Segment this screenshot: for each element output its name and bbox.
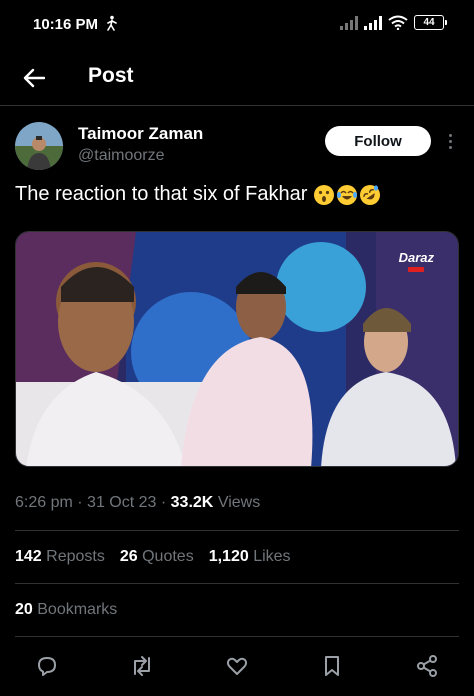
- quotes-count: 26: [119, 548, 138, 565]
- avatar[interactable]: [15, 122, 63, 170]
- live-badge: [408, 267, 425, 272]
- tweet-date[interactable]: 31 Oct 23: [87, 494, 156, 511]
- nav-bar: Post: [0, 50, 474, 106]
- tweet-meta: 6:26 pm · 31 Oct 23 · 33.2K Views: [15, 494, 260, 512]
- likes-count: 1,120: [208, 548, 249, 565]
- follow-button[interactable]: Follow: [325, 126, 431, 156]
- more-options-icon[interactable]: [442, 128, 458, 154]
- engagement-stats: 142 Reposts 26 Quotes 1,120 Likes: [15, 548, 291, 566]
- bookmarks-label: Bookmarks: [37, 601, 118, 618]
- battery-level: 44: [423, 17, 435, 28]
- likes-stat[interactable]: 1,120 Likes: [209, 548, 291, 566]
- bookmarks-stat[interactable]: 20 Bookmarks: [15, 601, 117, 619]
- tweet-body: The reaction to that six of Fakhar: [15, 183, 308, 205]
- tweet-media[interactable]: Daraz: [15, 231, 459, 467]
- divider: [15, 530, 459, 531]
- share-button[interactable]: [413, 652, 441, 680]
- author-name[interactable]: Taimoor Zaman: [78, 124, 203, 144]
- meta-separator: ·: [160, 494, 167, 511]
- author-handle[interactable]: @taimoorze: [78, 147, 165, 165]
- media-image: [16, 232, 458, 466]
- like-icon: [226, 657, 248, 675]
- reposts-count: 142: [15, 548, 42, 565]
- reply-icon: [38, 657, 56, 676]
- signal-icon: [340, 15, 358, 30]
- status-bar: 10:16 PM 44: [0, 0, 474, 50]
- back-button[interactable]: [16, 60, 52, 96]
- reposts-label: Reposts: [46, 548, 105, 565]
- emoji-row: [313, 184, 381, 206]
- arrow-left-icon: [23, 68, 45, 88]
- bookmark-button[interactable]: [318, 652, 346, 680]
- action-bar: [0, 648, 474, 684]
- walk-icon: [106, 15, 118, 36]
- tears-of-joy-face-icon: [337, 184, 358, 205]
- tweet-time[interactable]: 6:26 pm: [15, 494, 73, 511]
- status-time: 10:16 PM: [33, 16, 99, 33]
- wifi-icon: [388, 15, 408, 30]
- divider: [15, 583, 459, 584]
- signal-icon: [364, 15, 382, 30]
- page-title: Post: [88, 64, 134, 87]
- meta-separator: ·: [77, 494, 83, 511]
- like-button[interactable]: [223, 652, 251, 680]
- rolling-on-floor-laughing-icon: [360, 184, 381, 205]
- reply-button[interactable]: [33, 652, 61, 680]
- repost-icon: [134, 656, 150, 676]
- daraz-logo: Daraz: [399, 250, 434, 272]
- divider: [15, 636, 459, 637]
- views-count: 33.2K: [170, 494, 214, 511]
- tweet-text: The reaction to that six of Fakhar: [15, 183, 381, 206]
- quotes-stat[interactable]: 26 Quotes: [120, 548, 194, 566]
- likes-label: Likes: [253, 548, 291, 565]
- repost-button[interactable]: [128, 652, 156, 680]
- battery-icon: 44: [414, 15, 447, 30]
- brand-name: Daraz: [398, 250, 434, 265]
- bookmark-icon: [325, 656, 339, 676]
- reposts-stat[interactable]: 142 Reposts: [15, 548, 105, 566]
- astonished-face-icon: [314, 184, 335, 205]
- quotes-label: Quotes: [142, 548, 194, 565]
- bookmarks-count: 20: [15, 601, 33, 618]
- share-icon: [417, 655, 437, 677]
- views-label: Views: [217, 494, 261, 511]
